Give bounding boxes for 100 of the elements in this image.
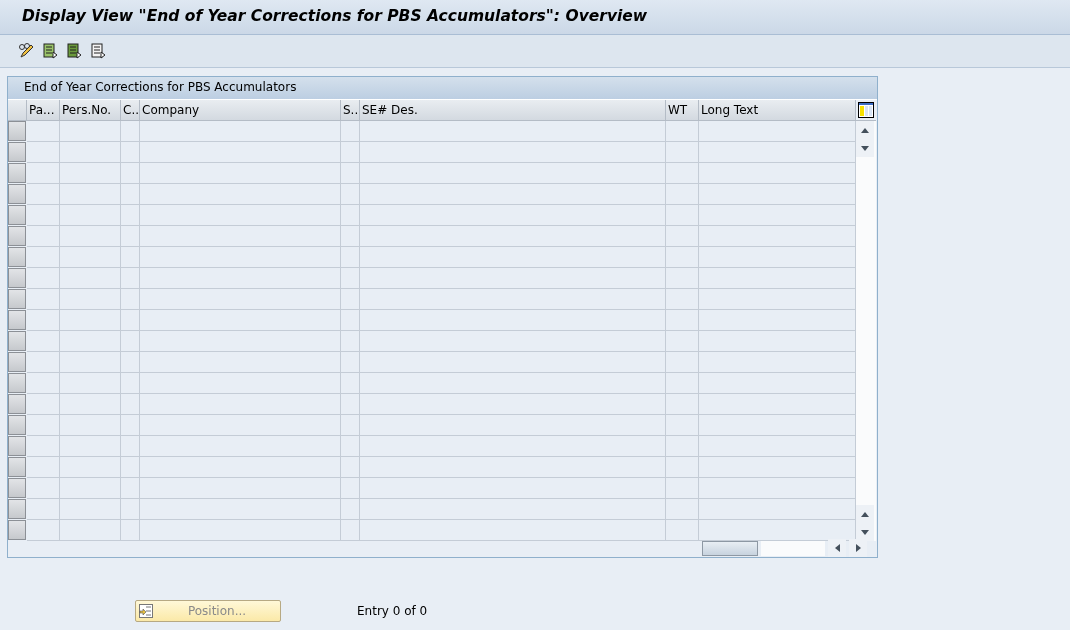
column-header[interactable]: WT: [666, 100, 699, 121]
table-cell: [121, 205, 140, 226]
table-cell: [666, 394, 699, 415]
table-cell: [60, 226, 121, 247]
table-cell: [341, 310, 360, 331]
table-cell: [121, 310, 140, 331]
table-cell: [60, 415, 121, 436]
row-selector[interactable]: [8, 226, 26, 246]
table-cell: [666, 373, 699, 394]
table-cell: [341, 226, 360, 247]
table-cell: [121, 268, 140, 289]
scroll-left-icon[interactable]: [828, 539, 846, 557]
row-selector[interactable]: [8, 331, 26, 351]
table-cell: [121, 142, 140, 163]
row-selector[interactable]: [8, 352, 26, 372]
position-icon: [138, 603, 154, 619]
row-selector[interactable]: [8, 520, 26, 540]
column-header[interactable]: S..: [341, 100, 360, 121]
table-cell: [341, 247, 360, 268]
select-block-icon[interactable]: [66, 43, 82, 59]
table-cell: [341, 478, 360, 499]
scroll-down-icon[interactable]: [856, 523, 874, 541]
row-selector[interactable]: [8, 478, 26, 498]
row-selector[interactable]: [8, 184, 26, 204]
table-cell: [121, 373, 140, 394]
table-cell: [121, 247, 140, 268]
row-selector[interactable]: [8, 415, 26, 435]
row-selector[interactable]: [8, 121, 26, 141]
scroll-down-icon[interactable]: [856, 139, 874, 157]
row-selector[interactable]: [8, 310, 26, 330]
table-cell: [341, 289, 360, 310]
table-cell: [121, 163, 140, 184]
table-cell: [27, 394, 60, 415]
table-cell: [27, 163, 60, 184]
table-cell: [341, 520, 360, 541]
table-cell: [341, 373, 360, 394]
row-selector[interactable]: [8, 436, 26, 456]
table-cell: [121, 499, 140, 520]
vertical-scrollbar[interactable]: [856, 121, 876, 541]
table-cell: [60, 268, 121, 289]
display-change-icon[interactable]: [18, 43, 34, 59]
table-cell: [60, 373, 121, 394]
table-cell: [121, 352, 140, 373]
select-all-icon[interactable]: [42, 43, 58, 59]
table-cell: [27, 436, 60, 457]
table-cell: [60, 436, 121, 457]
table-cell: [121, 478, 140, 499]
table-cell: [60, 352, 121, 373]
table-cell: [60, 184, 121, 205]
column-header[interactable]: Pers.No.: [60, 100, 121, 121]
table-cell: [27, 478, 60, 499]
table-cell: [27, 247, 60, 268]
row-selector[interactable]: [8, 247, 26, 267]
column-settings-icon[interactable]: [858, 102, 874, 118]
table-cell: [341, 163, 360, 184]
table-cell: [60, 478, 121, 499]
row-selector[interactable]: [8, 289, 26, 309]
table-cell: [666, 205, 699, 226]
table-cell: [341, 394, 360, 415]
table-cell: [27, 331, 60, 352]
table-cell: [666, 415, 699, 436]
table-cell: [666, 163, 699, 184]
row-selector[interactable]: [8, 394, 26, 414]
table-cell: [60, 163, 121, 184]
table-cell: [27, 373, 60, 394]
table-cell: [121, 226, 140, 247]
column-header[interactable]: Pa...: [27, 100, 60, 121]
table-cell: [27, 268, 60, 289]
row-selector[interactable]: [8, 142, 26, 162]
row-selector[interactable]: [8, 499, 26, 519]
column-header[interactable]: SE# Des.: [360, 100, 666, 121]
deselect-all-icon[interactable]: [90, 43, 106, 59]
table-cell: [27, 457, 60, 478]
table-cell: [341, 457, 360, 478]
row-selector[interactable]: [8, 457, 26, 477]
row-selector[interactable]: [8, 268, 26, 288]
table-cell: [666, 436, 699, 457]
table-cell: [666, 226, 699, 247]
column-header[interactable]: C..: [121, 100, 140, 121]
table-cell: [27, 520, 60, 541]
table-cell: [341, 352, 360, 373]
row-selector[interactable]: [8, 373, 26, 393]
scroll-up-icon[interactable]: [856, 121, 874, 139]
row-selector[interactable]: [8, 163, 26, 183]
table-cell: [341, 436, 360, 457]
table-cell: [60, 142, 121, 163]
table-cell: [121, 436, 140, 457]
column-header[interactable]: Long Text: [699, 100, 856, 121]
column-header[interactable]: Company: [140, 100, 341, 121]
table-cell: [27, 121, 60, 142]
scroll-up-icon[interactable]: [856, 505, 874, 523]
select-all-button[interactable]: [8, 100, 27, 121]
table-cell: [341, 268, 360, 289]
table-cell: [666, 520, 699, 541]
scroll-right-icon[interactable]: [849, 539, 867, 557]
table-cell: [666, 331, 699, 352]
table-cell: [27, 184, 60, 205]
table-cell: [121, 457, 140, 478]
table-cell: [341, 205, 360, 226]
row-selector[interactable]: [8, 205, 26, 225]
